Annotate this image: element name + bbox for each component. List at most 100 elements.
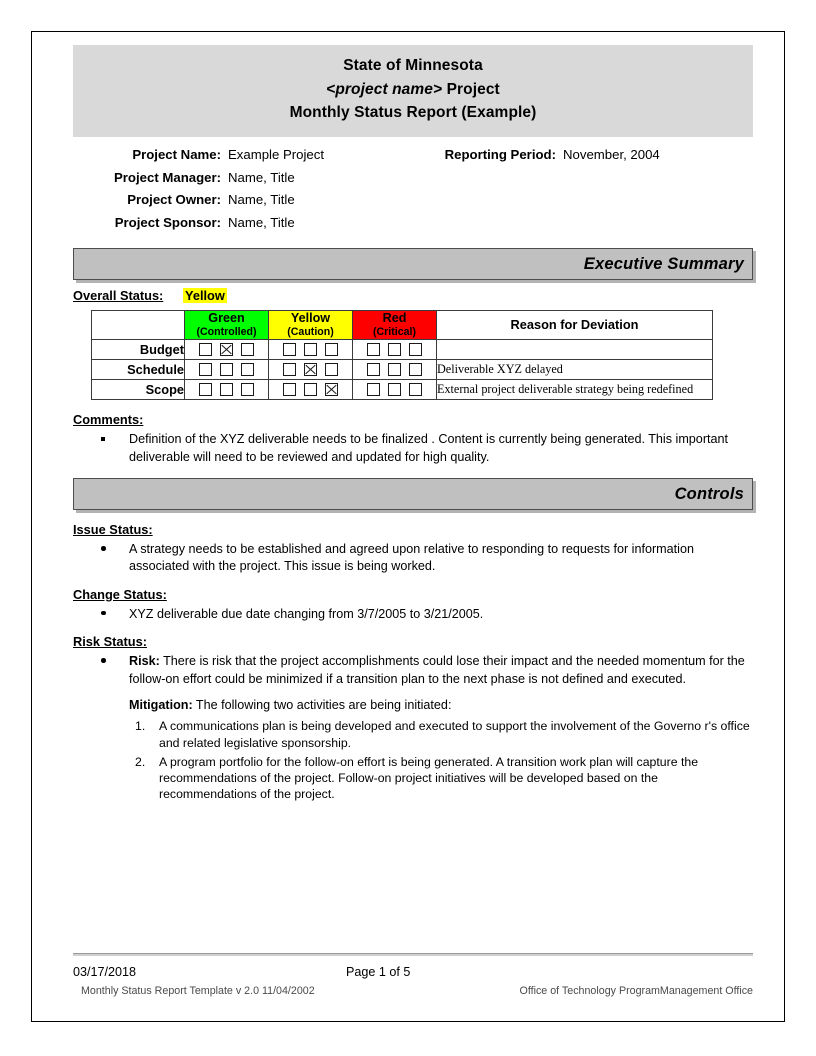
reason-cell: Deliverable XYZ delayed	[436, 359, 713, 381]
label-project-owner: Project Owner:	[127, 192, 221, 208]
checkbox-red-2[interactable]	[388, 343, 401, 357]
band-cell-yellow	[268, 359, 353, 381]
checkbox-yellow-1[interactable]	[283, 363, 296, 377]
footer-divider	[73, 953, 753, 956]
checkbox-green-2[interactable]	[220, 363, 233, 377]
executive-summary-banner: Executive Summary	[73, 248, 753, 281]
band-cell-red	[352, 379, 437, 401]
checkbox-red-3[interactable]	[409, 383, 422, 397]
table-row: Schedule Deliverable XYZ delayed	[91, 359, 713, 381]
header-yellow-name: Yellow	[290, 311, 331, 326]
mitigation-line: Mitigation: The following two activities…	[129, 697, 753, 714]
checkbox-yellow-3[interactable]	[325, 343, 338, 357]
title-line-state: State of Minnesota	[343, 57, 483, 74]
checkbox-red-2[interactable]	[388, 383, 401, 397]
overall-status-value: Yellow	[183, 288, 227, 304]
change-status-item: XYZ deliverable due date changing from 3…	[73, 606, 753, 623]
band-cell-green	[184, 359, 269, 381]
checkbox-red-1[interactable]	[367, 343, 380, 357]
risk-label: Risk:	[129, 654, 160, 669]
header-red: Red (Critical)	[352, 310, 437, 341]
footer-top-row: 03/17/2018 Page 1 of 5	[73, 965, 753, 983]
project-info-grid: Project Name: Example Project Reporting …	[73, 145, 753, 234]
project-name-placeholder: <project name>	[326, 80, 443, 98]
checkbox-red-2[interactable]	[388, 363, 401, 377]
controls-banner-label: Controls	[674, 484, 744, 503]
page-footer: 03/17/2018 Page 1 of 5 Monthly Status Re…	[73, 953, 753, 1001]
mitigation-list: A communications plan is being developed…	[73, 718, 753, 802]
issue-status-heading: Issue Status:	[73, 522, 153, 538]
header-green-sub: (Controlled)	[196, 326, 257, 339]
checkbox-red-1[interactable]	[367, 363, 380, 377]
checkbox-yellow-1[interactable]	[283, 383, 296, 397]
status-table-body: Budget Schedule Deliverable XYZ delayed Sco…	[91, 339, 713, 401]
issue-status-item: A strategy needs to be established and a…	[73, 541, 753, 576]
change-status-list: XYZ deliverable due date changing from 3…	[73, 606, 753, 623]
checkbox-green-2[interactable]	[220, 383, 233, 397]
value-project-sponsor: Name, Title	[228, 215, 295, 231]
header-yellow: Yellow (Caution)	[268, 310, 353, 341]
comments-list: Definition of the XYZ deliverable needs …	[73, 431, 753, 466]
value-project-owner: Name, Title	[228, 192, 295, 208]
checkbox-yellow-2[interactable]	[304, 383, 317, 397]
checkbox-green-1[interactable]	[199, 343, 212, 357]
issue-status-list: A strategy needs to be established and a…	[73, 541, 753, 576]
checkbox-green-3[interactable]	[241, 383, 254, 397]
project-word: Project	[442, 80, 500, 98]
risk-status-item: Risk: There is risk that the project acc…	[73, 653, 753, 688]
mitigation-text: The following two activities are being i…	[192, 697, 452, 712]
title-line-report: Monthly Status Report (Example)	[289, 104, 537, 122]
executive-summary-banner-label: Executive Summary	[583, 254, 744, 273]
title-line-project: <project name> Project	[73, 78, 753, 102]
status-table: Green (Controlled) Yellow (Caution) Red …	[91, 310, 713, 401]
controls-banner: Controls	[73, 478, 753, 511]
header-green: Green (Controlled)	[184, 310, 269, 341]
change-status-heading: Change Status:	[73, 586, 167, 602]
comments-heading: Comments:	[73, 412, 144, 428]
band-cell-red	[352, 359, 437, 381]
checkbox-red-1[interactable]	[367, 383, 380, 397]
footer-office-info: Office of Technology ProgramManagement O…	[519, 985, 753, 997]
row-label-schedule: Schedule	[91, 359, 185, 381]
value-project-manager: Name, Title	[228, 169, 295, 185]
table-row: Scope External project deliverable strate…	[91, 379, 713, 401]
footer-page-number: Page 1 of 5	[346, 965, 411, 979]
checkbox-yellow-2[interactable]	[304, 363, 317, 377]
overall-status-label: Overall Status:	[73, 288, 164, 304]
checkbox-red-3[interactable]	[409, 363, 422, 377]
checkbox-green-3[interactable]	[241, 343, 254, 357]
row-label-scope: Scope	[91, 379, 185, 401]
checkbox-yellow-2[interactable]	[304, 343, 317, 357]
risk-status-list: Risk: There is risk that the project acc…	[73, 653, 753, 688]
page-content: State of Minnesota <project name> Projec…	[73, 45, 753, 805]
row-label-budget: Budget	[91, 339, 185, 361]
status-table-header-row: Green (Controlled) Yellow (Caution) Red …	[91, 310, 713, 341]
mitigation-item-1: A communications plan is being developed…	[135, 718, 750, 750]
header-red-sub: (Critical)	[373, 326, 416, 339]
checkbox-yellow-3[interactable]	[325, 363, 338, 377]
footer-date: 03/17/2018	[73, 965, 137, 979]
document-title-block: State of Minnesota <project name> Projec…	[73, 45, 753, 137]
band-cell-green	[184, 339, 269, 361]
label-project-sponsor: Project Sponsor:	[114, 215, 221, 231]
checkbox-green-2[interactable]	[220, 343, 233, 357]
checkbox-red-3[interactable]	[409, 343, 422, 357]
label-project-name: Project Name:	[132, 146, 221, 162]
reason-cell	[436, 339, 713, 361]
band-cell-yellow	[268, 339, 353, 361]
value-project-name: Example Project	[228, 146, 325, 162]
footer-bottom-row: Monthly Status Report Template v 2.0 11/…	[73, 985, 753, 1001]
checkbox-green-1[interactable]	[199, 383, 212, 397]
header-green-name: Green	[208, 311, 245, 326]
checkbox-green-3[interactable]	[241, 363, 254, 377]
footer-template-info: Monthly Status Report Template v 2.0 11/…	[81, 985, 315, 997]
checkbox-yellow-3[interactable]	[325, 383, 338, 397]
checkbox-yellow-1[interactable]	[283, 343, 296, 357]
checkbox-green-1[interactable]	[199, 363, 212, 377]
